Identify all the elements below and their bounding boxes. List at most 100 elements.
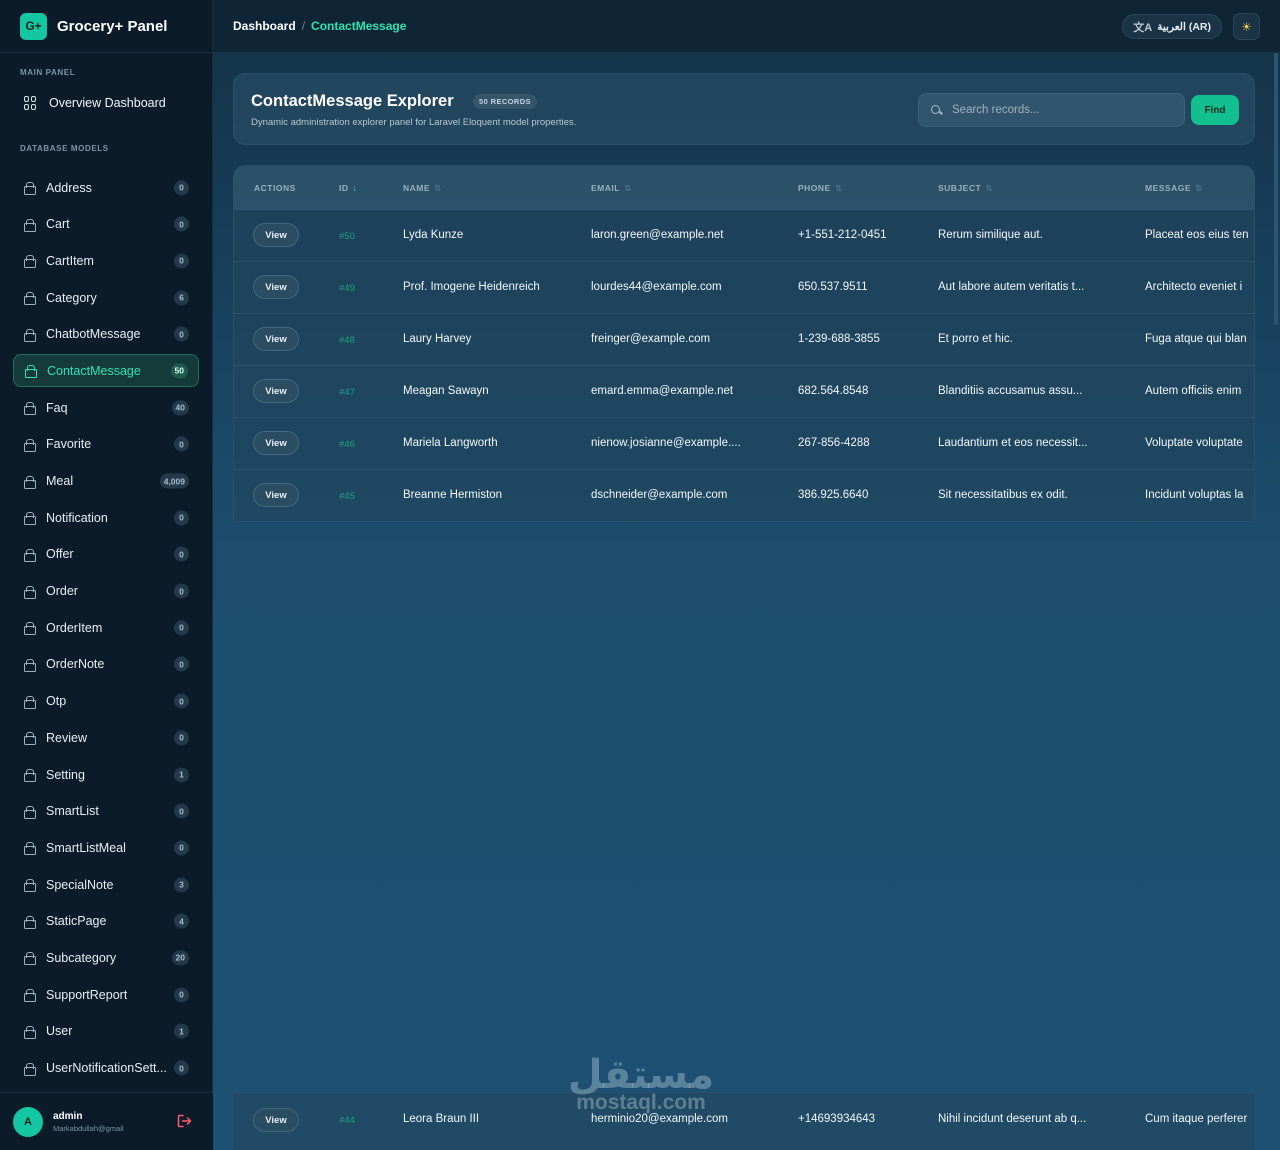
sidebar-item-setting[interactable]: Setting 1 <box>13 758 199 791</box>
lock-icon <box>24 475 36 489</box>
sidebar-item-label: StaticPage <box>46 914 107 929</box>
sidebar-item-label: Faq <box>46 400 68 415</box>
sidebar-item-label: Category <box>46 290 97 305</box>
sidebar-item-review[interactable]: Review 0 <box>13 721 199 754</box>
cell-phone: 1-239-688-3855 <box>798 333 880 345</box>
sidebar-item-supportreport[interactable]: SupportReport 0 <box>13 978 199 1011</box>
logout-icon[interactable] <box>177 1114 192 1128</box>
view-button[interactable]: View <box>253 379 299 403</box>
table-row: View #48 Laury Harvey freinger@example.com 1… <box>234 314 1254 366</box>
column-header-name[interactable]: NAME ⇅ <box>403 183 442 194</box>
sidebar-item-label: Favorite <box>46 437 92 452</box>
cell-id: #44 <box>339 1115 355 1126</box>
cell-message: Architecto eveniet i <box>1145 281 1243 293</box>
overview-label: Overview Dashboard <box>49 96 166 110</box>
sidebar-item-label: Cart <box>46 217 70 232</box>
count-badge: 0 <box>174 216 189 232</box>
table-row: View #50 Lyda Kunze laron.green@example.net… <box>234 210 1254 262</box>
sidebar-item-faq[interactable]: Faq 40 <box>13 391 199 424</box>
count-badge: 40 <box>171 400 189 416</box>
search-input[interactable] <box>952 104 1172 116</box>
view-button[interactable]: View <box>253 483 299 507</box>
sidebar-item-chatbotmessage[interactable]: ChatbotMessage 0 <box>13 318 199 351</box>
cell-id: #50 <box>339 231 355 242</box>
theme-toggle-button[interactable]: ☀ <box>1233 13 1260 40</box>
page-title: ContactMessage Explorer <box>251 92 454 110</box>
cell-id: #46 <box>339 439 355 450</box>
column-header-id[interactable]: ID ↓ <box>339 183 357 193</box>
sidebar-item-smartlistmeal[interactable]: SmartListMeal 0 <box>13 831 199 864</box>
sidebar-item-cartitem[interactable]: CartItem 0 <box>13 244 199 277</box>
column-header-email[interactable]: EMAIL ⇅ <box>591 183 632 194</box>
topbar: Dashboard / ContactMessage 文A العربية (A… <box>213 0 1280 53</box>
view-button[interactable]: View <box>253 223 299 247</box>
cell-name: Meagan Sawayn <box>403 385 489 397</box>
sidebar-item-offer[interactable]: Offer 0 <box>13 538 199 571</box>
sidebar-item-order[interactable]: Order 0 <box>13 575 199 608</box>
cell-email: dschneider@example.com <box>591 489 728 501</box>
column-header-phone[interactable]: PHONE ⇅ <box>798 183 842 194</box>
cell-email: nienow.josianne@example.... <box>591 437 741 449</box>
lock-icon <box>24 658 36 672</box>
scrollbar[interactable] <box>1274 53 1278 325</box>
cell-phone: +1-551-212-0451 <box>798 229 887 241</box>
cell-phone: 386.925.6640 <box>798 489 869 501</box>
view-button[interactable]: View <box>253 1108 299 1132</box>
sidebar-item-label: ChatbotMessage <box>46 327 141 342</box>
user-box: A admin Markabdullah@gmail <box>0 1092 213 1150</box>
language-switch-button[interactable]: 文A العربية (AR) <box>1122 14 1222 39</box>
cell-subject: Sit necessitatibus ex odit. <box>938 489 1068 501</box>
sidebar-item-category[interactable]: Category 6 <box>13 281 199 314</box>
search-box[interactable] <box>918 93 1185 127</box>
explorer-header: ContactMessage Explorer 50 RECORDS Dynam… <box>233 73 1255 145</box>
table-row: View #47 Meagan Sawayn emard.emma@example.n… <box>234 366 1254 418</box>
sidebar-item-otp[interactable]: Otp 0 <box>13 685 199 718</box>
count-badge: 1 <box>174 767 189 782</box>
view-button[interactable]: View <box>253 327 299 351</box>
cell-message: Voluptate voluptate <box>1145 437 1243 449</box>
lock-icon <box>24 402 36 416</box>
translate-icon: 文A <box>1133 21 1153 34</box>
avatar[interactable]: A <box>13 1106 43 1137</box>
column-header-subject[interactable]: SUBJECT ⇅ <box>938 183 993 194</box>
sidebar-item-cart[interactable]: Cart 0 <box>13 208 199 241</box>
lock-icon <box>24 915 36 929</box>
sidebar-item-usernotificationsett[interactable]: UserNotificationSett... 0 <box>13 1052 199 1085</box>
brand[interactable]: G+ Grocery+ Panel <box>0 0 212 53</box>
sidebar-item-ordernote[interactable]: OrderNote 0 <box>13 648 199 681</box>
sidebar-item-label: Order <box>46 584 78 599</box>
sidebar-item-subcategory[interactable]: Subcategory 20 <box>13 941 199 974</box>
cell-id: #48 <box>339 335 355 346</box>
brand-logo: G+ <box>20 12 47 40</box>
table-row: View #44 Leora Braun III herminio20@exam… <box>234 1093 1254 1150</box>
sidebar-item-meal[interactable]: Meal 4,009 <box>13 465 199 498</box>
sidebar-item-label: UserNotificationSett... <box>46 1061 167 1075</box>
sidebar-item-favorite[interactable]: Favorite 0 <box>13 428 199 461</box>
lock-icon <box>24 548 36 562</box>
breadcrumb-dashboard[interactable]: Dashboard <box>233 19 296 33</box>
cell-message: Incidunt voluptas la <box>1145 489 1244 501</box>
sidebar-item-specialnote[interactable]: SpecialNote 3 <box>13 868 199 901</box>
count-badge: 0 <box>174 253 189 269</box>
column-header-message[interactable]: MESSAGE ⇅ <box>1145 183 1203 194</box>
cell-subject: Nihil incidunt deserunt ab q... <box>938 1113 1087 1125</box>
find-button[interactable]: Find <box>1191 95 1239 125</box>
sidebar-item-overview[interactable]: Overview Dashboard <box>13 85 199 121</box>
cell-phone: +14693934643 <box>798 1113 876 1125</box>
cell-phone: 267-856-4288 <box>798 437 870 449</box>
sidebar-item-smartlist[interactable]: SmartList 0 <box>13 795 199 828</box>
sidebar-item-contactmessage[interactable]: ContactMessage 50 <box>13 354 199 388</box>
view-button[interactable]: View <box>253 275 299 299</box>
view-button[interactable]: View <box>253 431 299 455</box>
breadcrumb: Dashboard / ContactMessage <box>233 19 406 33</box>
sidebar-item-notification[interactable]: Notification 0 <box>13 501 199 534</box>
search-icon <box>931 104 942 116</box>
sidebar-item-address[interactable]: Address 0 <box>13 171 199 204</box>
table-row: View #46 Mariela Langworth nienow.josianne@… <box>234 418 1254 470</box>
sidebar-item-orderitem[interactable]: OrderItem 0 <box>13 611 199 644</box>
cell-id: #45 <box>339 491 355 502</box>
count-badge: 0 <box>174 326 189 342</box>
lock-icon <box>24 512 36 526</box>
sidebar-item-staticpage[interactable]: StaticPage 4 <box>13 905 199 938</box>
sidebar-item-user[interactable]: User 1 <box>13 1015 199 1048</box>
